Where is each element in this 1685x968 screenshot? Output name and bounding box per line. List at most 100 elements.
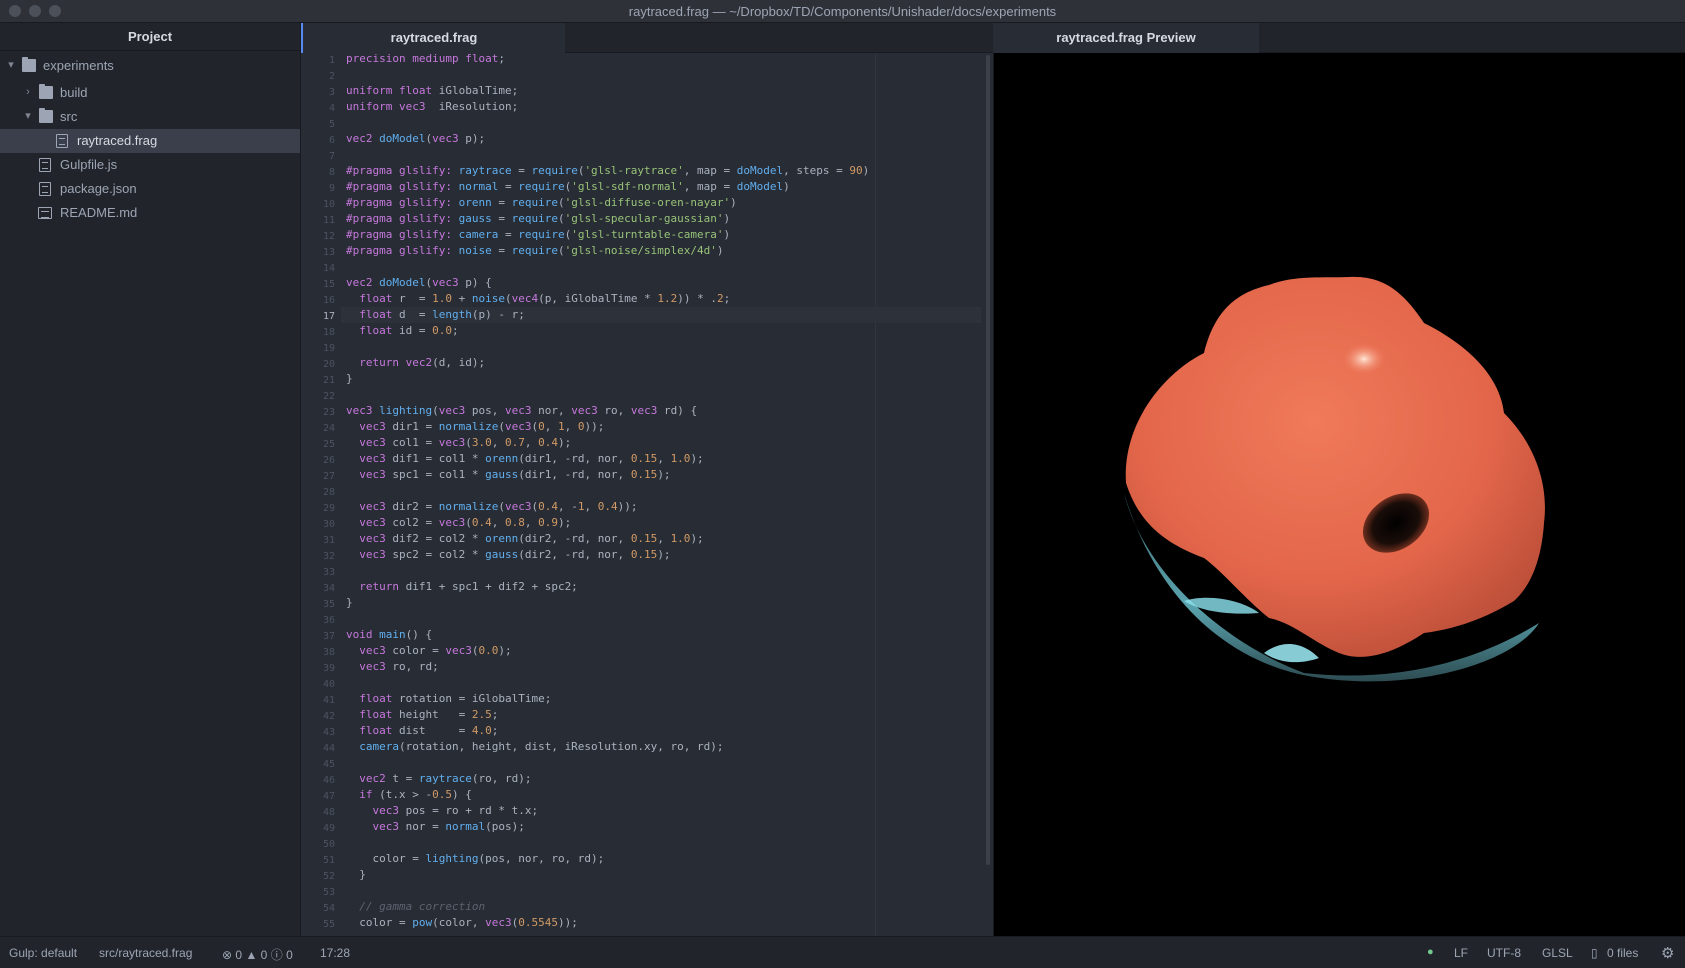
tree-item-gulpfile[interactable]: Gulpfile.js [0,153,300,177]
code-line[interactable]: camera(rotation, height, dist, iResoluti… [346,739,723,755]
tree-item-label: package.json [60,181,137,196]
line-number: 13 [322,247,335,258]
code-line[interactable]: float height = 2.5; [346,707,498,723]
code-line[interactable]: #pragma glslify: raytrace = require('gls… [346,163,869,179]
code-line[interactable]: #pragma glslify: gauss = require('glsl-s… [346,211,730,227]
line-number-gutter[interactable]: 1 2 3 4 5 6 7 8 9 10 11 12 13 14 15 16 17 18 19 20 21 22 23 24 2… [301,53,341,936]
code-line[interactable]: } [346,867,366,883]
book-icon [38,207,52,219]
code-line[interactable]: #pragma glslify: camera = require('glsl-… [346,227,730,243]
line-number: 49 [322,823,335,834]
line-number: 48 [322,807,335,818]
code-line[interactable]: precision mediump float; [346,53,505,67]
code-line[interactable]: color = pow(color, vec3(0.5545)); [346,915,578,931]
code-line[interactable]: vec3 dir1 = normalize(vec3(0, 1, 0)); [346,419,604,435]
tree-item-readme[interactable]: README.md [0,201,300,225]
code-line[interactable]: vec2 t = raytrace(ro, rd); [346,771,531,787]
code-line[interactable]: vec3 spc1 = col1 * gauss(dir1, -rd, nor,… [346,467,670,483]
status-bar: Gulp: default src/raytraced.frag ⊗ 0 ▲ 0… [0,936,1685,968]
linter-status[interactable]: ⊗ 0 ▲ 0 ⓘ 0 [222,946,293,963]
tree-item-build[interactable]: › build [0,81,300,105]
code-line[interactable]: vec3 ro, rd; [346,659,438,675]
line-number: 12 [322,231,335,242]
code-line[interactable]: vec2 doModel(vec3 p); [346,131,485,147]
code-line[interactable]: vec3 pos = ro + rd * t.x; [346,803,539,819]
changed-files-count[interactable]: 0 files [1607,946,1638,960]
code-line[interactable]: vec2 doModel(vec3 p) { [346,275,492,291]
code-line[interactable]: float r = 1.0 + noise(vec4(p, iGlobalTim… [346,291,730,307]
line-number: 34 [322,583,335,594]
line-number: 32 [322,551,335,562]
code-line[interactable]: #pragma glslify: noise = require('glsl-n… [346,243,724,259]
code-line[interactable]: vec3 dir2 = normalize(vec3(0.4, -1, 0.4)… [346,499,637,515]
tree-item-experiments[interactable]: ▾ experiments [0,54,300,78]
title-bar: raytraced.frag — ~/Dropbox/TD/Components… [0,0,1685,23]
error-icon: ⊗ [222,948,233,962]
code-line[interactable]: vec3 spc2 = col2 * gauss(dir2, -rd, nor,… [346,547,670,563]
line-number: 18 [322,327,335,338]
code-line[interactable]: vec3 nor = normal(pos); [346,819,525,835]
github-files-icon: ▯ [1591,946,1598,960]
line-number: 51 [322,855,335,866]
code-line[interactable]: return vec2(d, id); [346,355,485,371]
code-line[interactable]: if (t.x > -0.5) { [346,787,472,803]
code-line[interactable]: #pragma glslify: orenn = require('glsl-d… [346,195,737,211]
editor-scrollbar[interactable] [986,55,990,865]
code-line[interactable]: // gamma correction [346,899,485,915]
code-line[interactable]: vec3 col1 = vec3(3.0, 0.7, 0.4); [346,435,571,451]
code-line[interactable]: float dist = 4.0; [346,723,498,739]
tree-item-label: Gulpfile.js [60,157,118,172]
code-line[interactable]: uniform vec3 iResolution; [346,99,518,115]
grammar-selector[interactable]: GLSL [1542,946,1573,960]
code-line[interactable]: vec3 dif2 = col2 * orenn(dir2, -rd, nor,… [346,531,703,547]
chevron-down-icon[interactable]: ▾ [22,109,34,123]
cursor-position[interactable]: 17:28 [320,946,350,960]
line-number: 52 [322,871,335,882]
line-number: 11 [322,215,335,226]
tree-item-label: experiments [43,58,114,73]
line-number: 35 [322,599,335,610]
code-line[interactable]: void main() { [346,627,432,643]
line-number: 2 [328,71,335,82]
code-line[interactable]: #pragma glslify: normal = require('glsl-… [346,179,790,195]
code-line[interactable]: float rotation = iGlobalTime; [346,691,551,707]
code-line[interactable]: } [346,595,353,611]
line-number: 40 [322,679,335,690]
project-tree-panel: Project ▾ experiments › build ▾ src rayt… [0,23,301,936]
raytraced-blob-render [1124,276,1545,682]
file-path[interactable]: src/raytraced.frag [99,946,192,960]
line-number: 27 [322,471,335,482]
file-encoding[interactable]: UTF-8 [1487,946,1521,960]
line-number: 15 [322,279,335,290]
line-number: 9 [328,183,335,194]
code-line[interactable]: vec3 lighting(vec3 pos, vec3 nor, vec3 r… [346,403,697,419]
settings-gear-icon[interactable]: ⚙ [1661,944,1674,962]
code-line[interactable]: float id = 0.0; [346,323,458,339]
window-title: raytraced.frag — ~/Dropbox/TD/Components… [628,4,1057,19]
code-line[interactable]: float d = length(p) - r; [346,307,525,323]
folder-icon [39,108,53,123]
tree-item-package-json[interactable]: package.json [0,177,300,201]
code-line[interactable]: } [346,371,353,387]
code-line[interactable]: uniform float iGlobalTime; [346,83,518,99]
tree-item-label: README.md [60,205,138,220]
line-number: 16 [322,295,335,306]
tab-preview[interactable]: raytraced.frag Preview [993,23,1259,53]
tree-item-raytraced-frag[interactable]: raytraced.frag [0,129,300,153]
tab-raytraced-frag[interactable]: raytraced.frag [301,23,565,53]
line-number: 45 [322,759,335,770]
code-line[interactable]: vec3 col2 = vec3(0.4, 0.8, 0.9); [346,515,571,531]
line-number: 43 [322,727,335,738]
chevron-right-icon[interactable]: › [22,85,34,99]
line-number: 47 [322,791,335,802]
line-ending[interactable]: LF [1454,946,1468,960]
code-line[interactable]: vec3 dif1 = col1 * orenn(dir1, -rd, nor,… [346,451,703,467]
tree-item-src[interactable]: ▾ src [0,105,300,129]
code-editor[interactable]: 1 2 3 4 5 6 7 8 9 10 11 12 13 14 15 16 17 18 19 20 21 22 23 24 2… [301,53,993,936]
code-line[interactable]: vec3 color = vec3(0.0); [346,643,511,659]
code-line[interactable]: return dif1 + spc1 + dif2 + spc2; [346,579,578,595]
code-line[interactable]: color = lighting(pos, nor, ro, rd); [346,851,604,867]
line-number: 36 [322,615,335,626]
gulp-task-status[interactable]: Gulp: default [9,946,77,960]
chevron-down-icon[interactable]: ▾ [5,58,17,72]
